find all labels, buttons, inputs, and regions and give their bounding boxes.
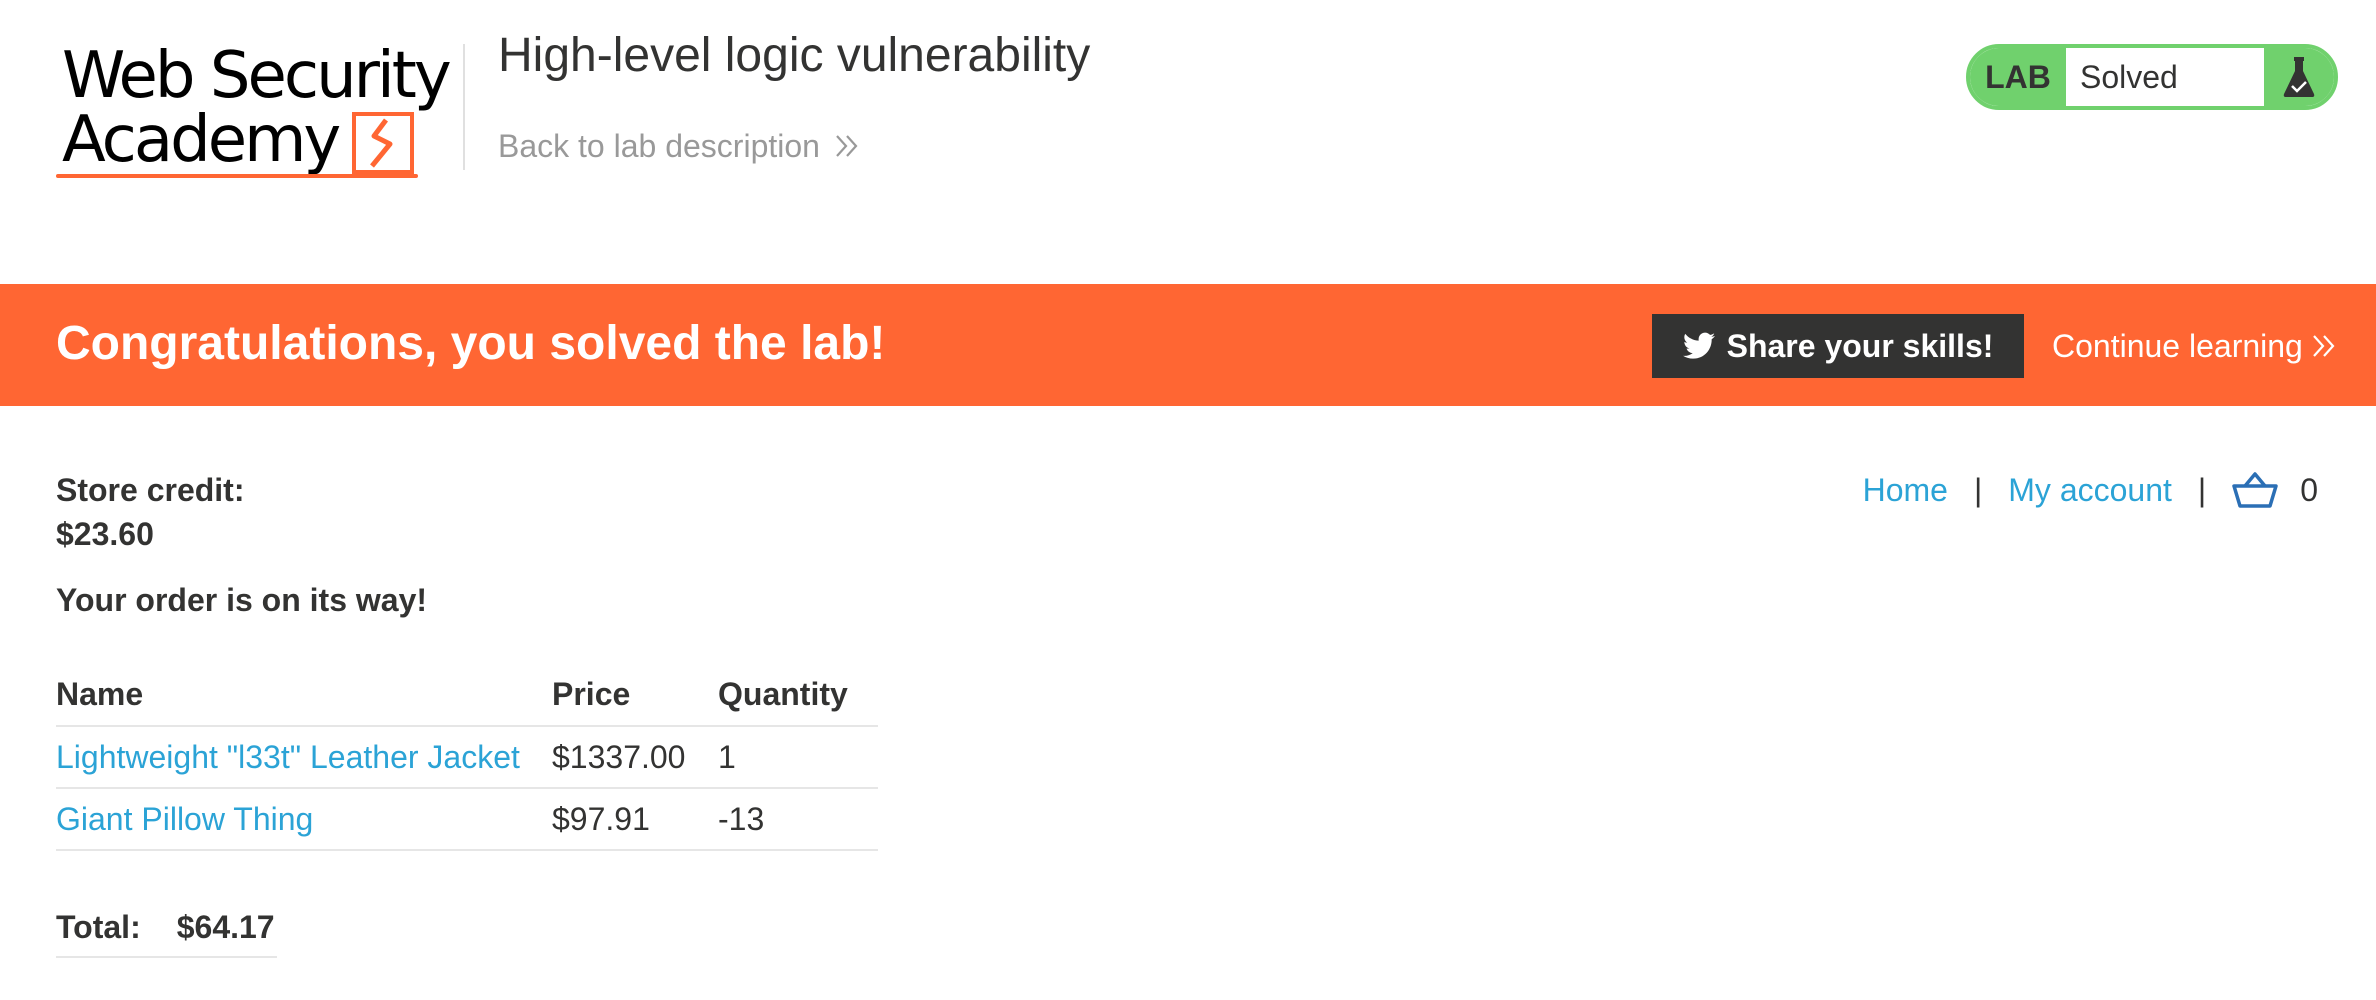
table-row: Giant Pillow Thing $97.91 -13 (56, 788, 878, 851)
column-header-name: Name (56, 664, 552, 727)
logo-text-line2: Academy (62, 103, 341, 177)
top-navigation: Home | My account | 0 (1863, 468, 2320, 512)
item-name-cell: Giant Pillow Thing (56, 788, 552, 851)
cart-link[interactable]: 0 (2232, 468, 2318, 512)
twitter-icon (1682, 332, 1715, 359)
item-price-cell: $1337.00 (552, 726, 718, 789)
table-header-row: Name Price Quantity (56, 664, 878, 727)
column-header-price: Price (552, 664, 718, 727)
total-value: $64.17 (176, 908, 275, 945)
header-divider (463, 44, 465, 170)
nav-separator: | (2197, 472, 2207, 508)
lab-status-badge: LAB Solved (1966, 44, 2338, 110)
continue-learning-link[interactable]: Continue learning (2052, 326, 2337, 366)
double-chevron-right-icon (836, 135, 858, 157)
item-price-cell: $97.91 (552, 788, 718, 851)
lab-solved-banner: Congratulations, you solved the lab! Sha… (0, 284, 2376, 406)
flask-icon (2264, 48, 2334, 106)
logo-lightning-box-icon (352, 112, 414, 174)
cart-count: 0 (2300, 472, 2318, 508)
lab-title: High-level logic vulnerability (498, 29, 1091, 82)
lab-status-label: LAB (1970, 48, 2066, 106)
nav-separator: | (1973, 472, 1983, 508)
store-credit-value: $23.60 (56, 516, 154, 552)
continue-learning-label: Continue learning (2052, 328, 2303, 364)
logo-text-line1: Web Security (62, 39, 452, 113)
total-label: Total: (56, 908, 141, 945)
double-chevron-right-icon (2313, 335, 2335, 357)
item-quantity-cell: 1 (718, 726, 878, 789)
nav-my-account-link[interactable]: My account (2008, 468, 2172, 512)
main-content: Store credit: $23.60 Your order is on it… (56, 460, 2320, 980)
item-quantity-cell: -13 (718, 788, 878, 851)
congratulations-message: Congratulations, you solved the lab! (56, 317, 886, 370)
order-total: Total: $64.17 (56, 898, 277, 958)
share-skills-button[interactable]: Share your skills! (1652, 314, 2024, 378)
back-link-label: Back to lab description (498, 128, 820, 164)
share-skills-label: Share your skills! (1726, 327, 1994, 364)
table-row: Lightweight "l33t" Leather Jacket $1337.… (56, 726, 878, 789)
nav-home-link[interactable]: Home (1863, 468, 1948, 512)
product-link[interactable]: Giant Pillow Thing (56, 801, 313, 837)
web-security-academy-logo[interactable]: Web Security Academy (56, 40, 460, 190)
back-to-lab-description-link[interactable]: Back to lab description (498, 126, 860, 166)
logo-underline (56, 174, 418, 178)
lab-status-state: Solved (2080, 58, 2178, 95)
page-header: Web Security Academy High-level logic vu… (0, 0, 2376, 284)
product-link[interactable]: Lightweight "l33t" Leather Jacket (56, 739, 520, 775)
column-header-quantity: Quantity (718, 664, 878, 727)
store-credit-label: Store credit: (56, 472, 245, 508)
order-confirmation-message: Your order is on its way! (56, 582, 428, 618)
item-name-cell: Lightweight "l33t" Leather Jacket (56, 726, 552, 789)
order-items-table: Name Price Quantity Lightweight "l33t" L… (56, 664, 878, 851)
cart-icon (2232, 472, 2278, 508)
